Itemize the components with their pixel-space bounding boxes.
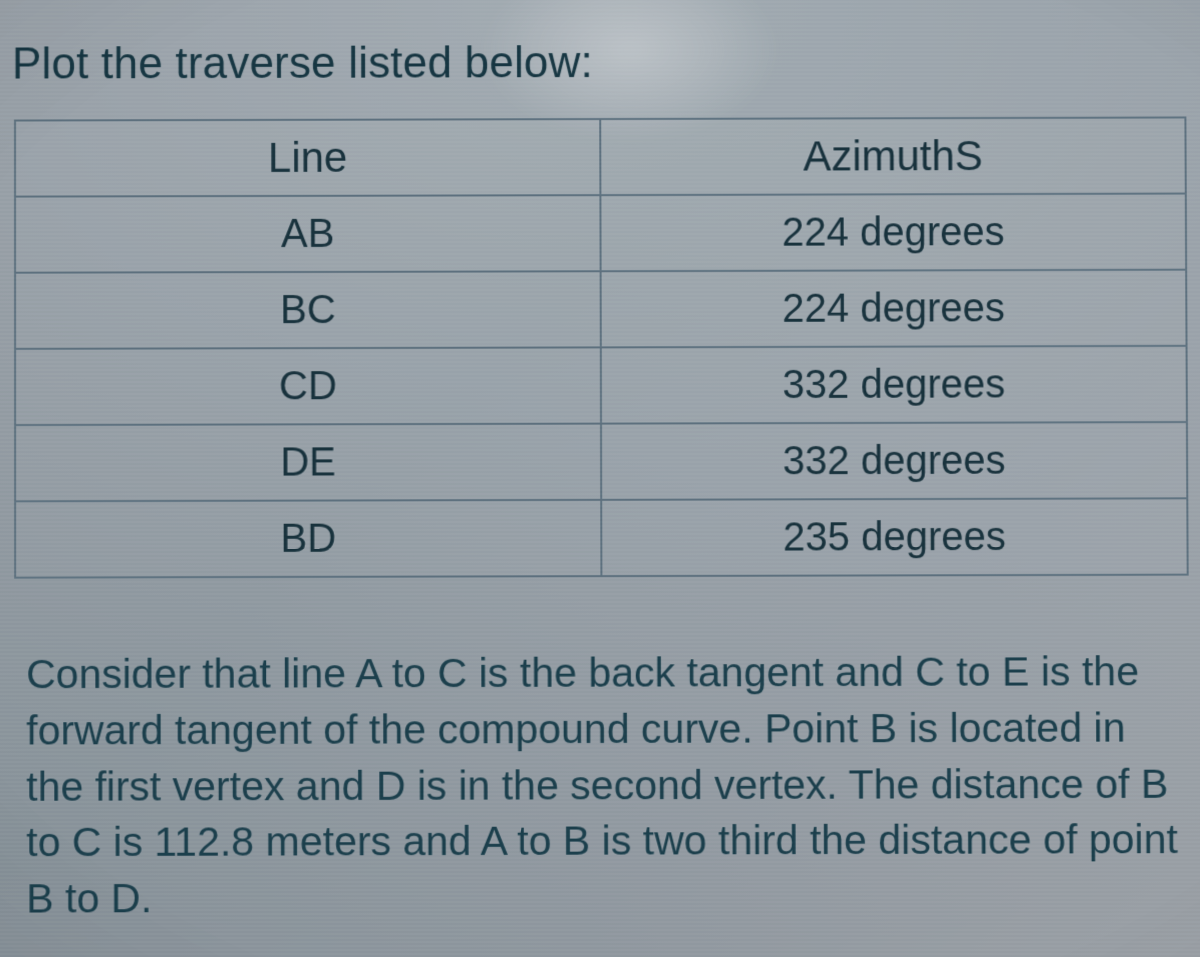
table-row: BC 224 degrees	[15, 270, 1186, 349]
cell-line: CD	[15, 347, 601, 425]
problem-paragraph: Consider that line A to C is the back ta…	[10, 644, 1194, 928]
cell-line: BC	[15, 271, 601, 349]
cell-azimuth: 332 degrees	[601, 346, 1187, 424]
cell-line: AB	[15, 195, 601, 273]
traverse-table: Line AzimuthS AB 224 degrees BC 224 degr…	[14, 116, 1189, 578]
table-row: BD 235 degrees	[15, 498, 1188, 577]
header-line: Line	[15, 119, 600, 197]
table-row: CD 332 degrees	[15, 346, 1187, 425]
page-title: Plot the traverse listed below:	[12, 36, 1190, 89]
header-azimuth: AzimuthS	[600, 117, 1186, 195]
cell-line: BD	[15, 500, 601, 578]
cell-azimuth: 235 degrees	[601, 498, 1187, 576]
table-header-row: Line AzimuthS	[15, 117, 1186, 196]
table-row: DE 332 degrees	[15, 422, 1187, 501]
table-row: AB 224 degrees	[15, 194, 1186, 273]
cell-line: DE	[15, 424, 601, 502]
cell-azimuth: 224 degrees	[601, 270, 1187, 348]
cell-azimuth: 332 degrees	[601, 422, 1187, 500]
cell-azimuth: 224 degrees	[600, 194, 1186, 272]
